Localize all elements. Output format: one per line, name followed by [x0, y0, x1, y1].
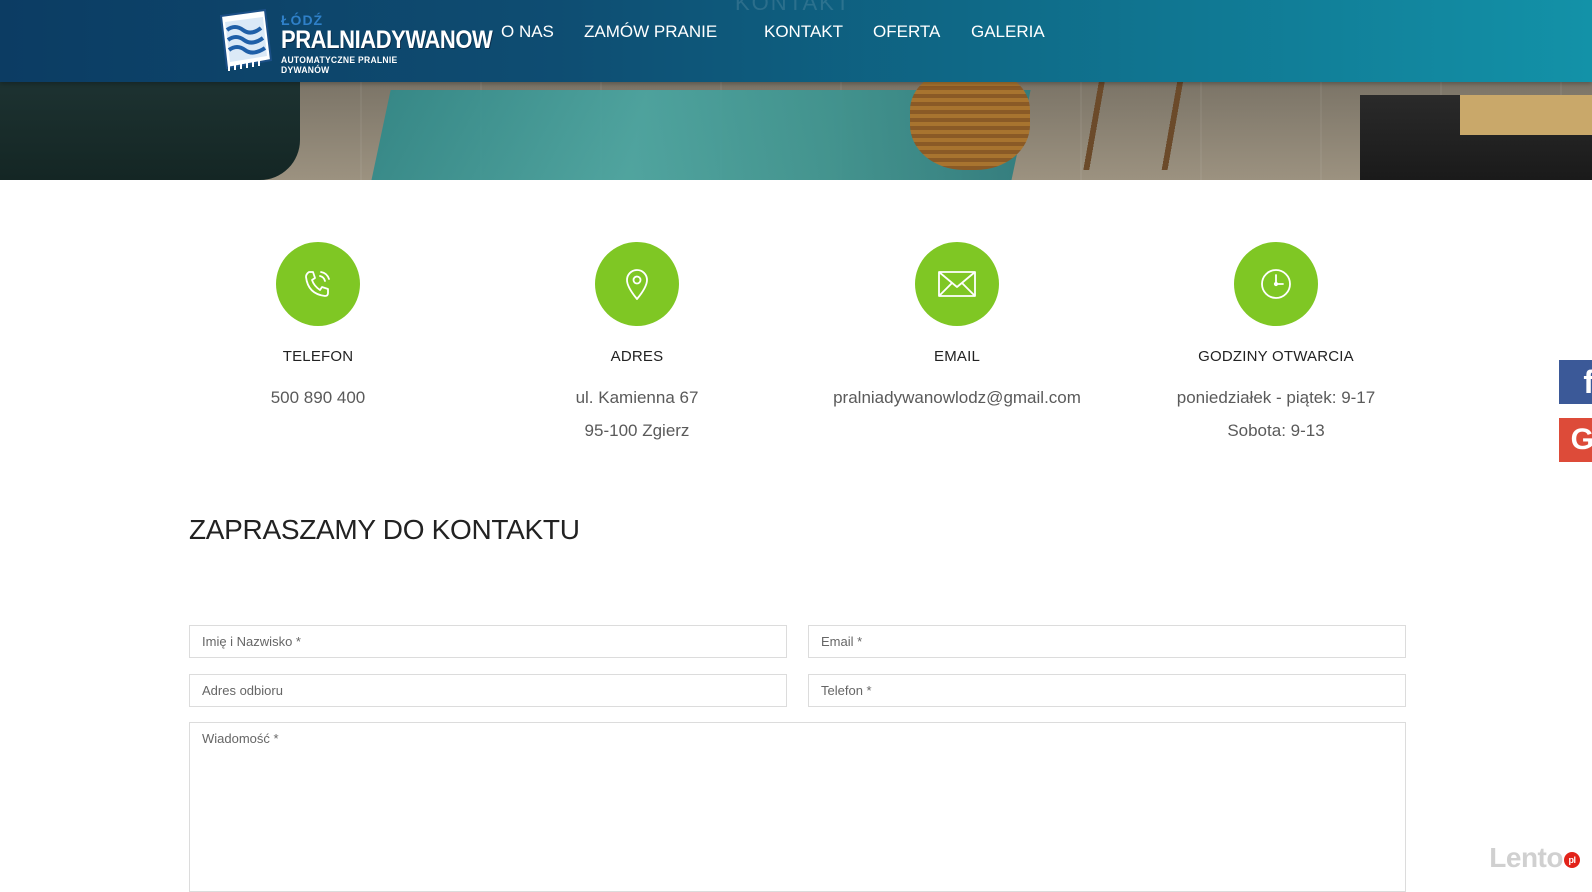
info-circle [595, 242, 679, 326]
info-circle [276, 242, 360, 326]
watermark-text: Lento [1489, 842, 1563, 873]
navbar: KONTAKT ŁÓDŹ PRALNIADYWANOW AUTOMATYCZNE… [0, 0, 1592, 82]
nav-item-zamow-pranie[interactable]: ZAMÓW PRANIE [584, 22, 717, 42]
info-adres: ADRES ul. Kamienna 67 95-100 Zgierz [487, 242, 787, 447]
watermark-suffix: pl [1564, 851, 1580, 868]
info-label: ADRES [610, 348, 664, 365]
hero-table [1060, 80, 1240, 170]
info-email-address[interactable]: pralniadywanowlodz@gmail.com [807, 381, 1107, 414]
logo-tagline: AUTOMATYCZNE PRALNIE DYWANÓW [281, 55, 398, 75]
info-label: EMAIL [933, 348, 980, 365]
location-pin-icon [626, 269, 648, 300]
envelope-icon [938, 271, 976, 297]
facebook-icon: f [1583, 363, 1592, 400]
message-field[interactable] [189, 722, 1406, 892]
info-hours-saturday: Sobota: 9-13 [1227, 421, 1325, 440]
hero-basket [910, 70, 1030, 170]
info-hours-weekdays: poniedziałek - piątek: 9-17 [1176, 388, 1376, 407]
page-title-ghost: KONTAKT [735, 0, 852, 15]
nav-item-oferta[interactable]: OFERTA [873, 22, 940, 42]
email-field[interactable] [808, 625, 1406, 658]
nav-item-galeria[interactable]: GALERIA [971, 22, 1045, 42]
site-logo[interactable]: ŁÓDŹ PRALNIADYWANOW AUTOMATYCZNE PRALNIE… [215, 6, 493, 76]
info-phone-number[interactable]: 500 890 400 [168, 381, 468, 414]
info-address-city: 95-100 Zgierz [584, 421, 690, 440]
phone-field[interactable] [808, 674, 1406, 707]
hero-desk [1360, 95, 1592, 180]
info-circle [915, 242, 999, 326]
google-button[interactable]: G [1559, 418, 1592, 462]
info-email: EMAIL pralniadywanowlodz@gmail.com [807, 242, 1107, 414]
nav-item-o-nas[interactable]: O NAS [501, 22, 554, 42]
carpet-wave-icon [219, 8, 273, 71]
info-telefon: TELEFON 500 890 400 [168, 242, 468, 414]
phone-icon [305, 271, 330, 297]
info-label: GODZINY OTWARCIA [1198, 348, 1354, 365]
info-circle [1234, 242, 1318, 326]
info-label: TELEFON [282, 348, 354, 365]
clock-icon [1261, 269, 1291, 299]
pickup-address-field[interactable] [189, 674, 787, 707]
logo-brand: PRALNIADYWANOW [281, 26, 493, 54]
google-plus-icon: G [1570, 423, 1592, 456]
info-godziny: GODZINY OTWARCIA poniedziałek - piątek: … [1126, 242, 1426, 447]
name-field[interactable] [189, 625, 787, 658]
section-title: ZAPRASZAMY DO KONTAKTU [189, 514, 580, 545]
lento-watermark: Lento pl [1489, 842, 1580, 874]
facebook-button[interactable]: f [1559, 360, 1592, 404]
info-address-street: ul. Kamienna 67 [575, 388, 699, 407]
nav-item-kontakt[interactable]: KONTAKT [764, 22, 843, 42]
